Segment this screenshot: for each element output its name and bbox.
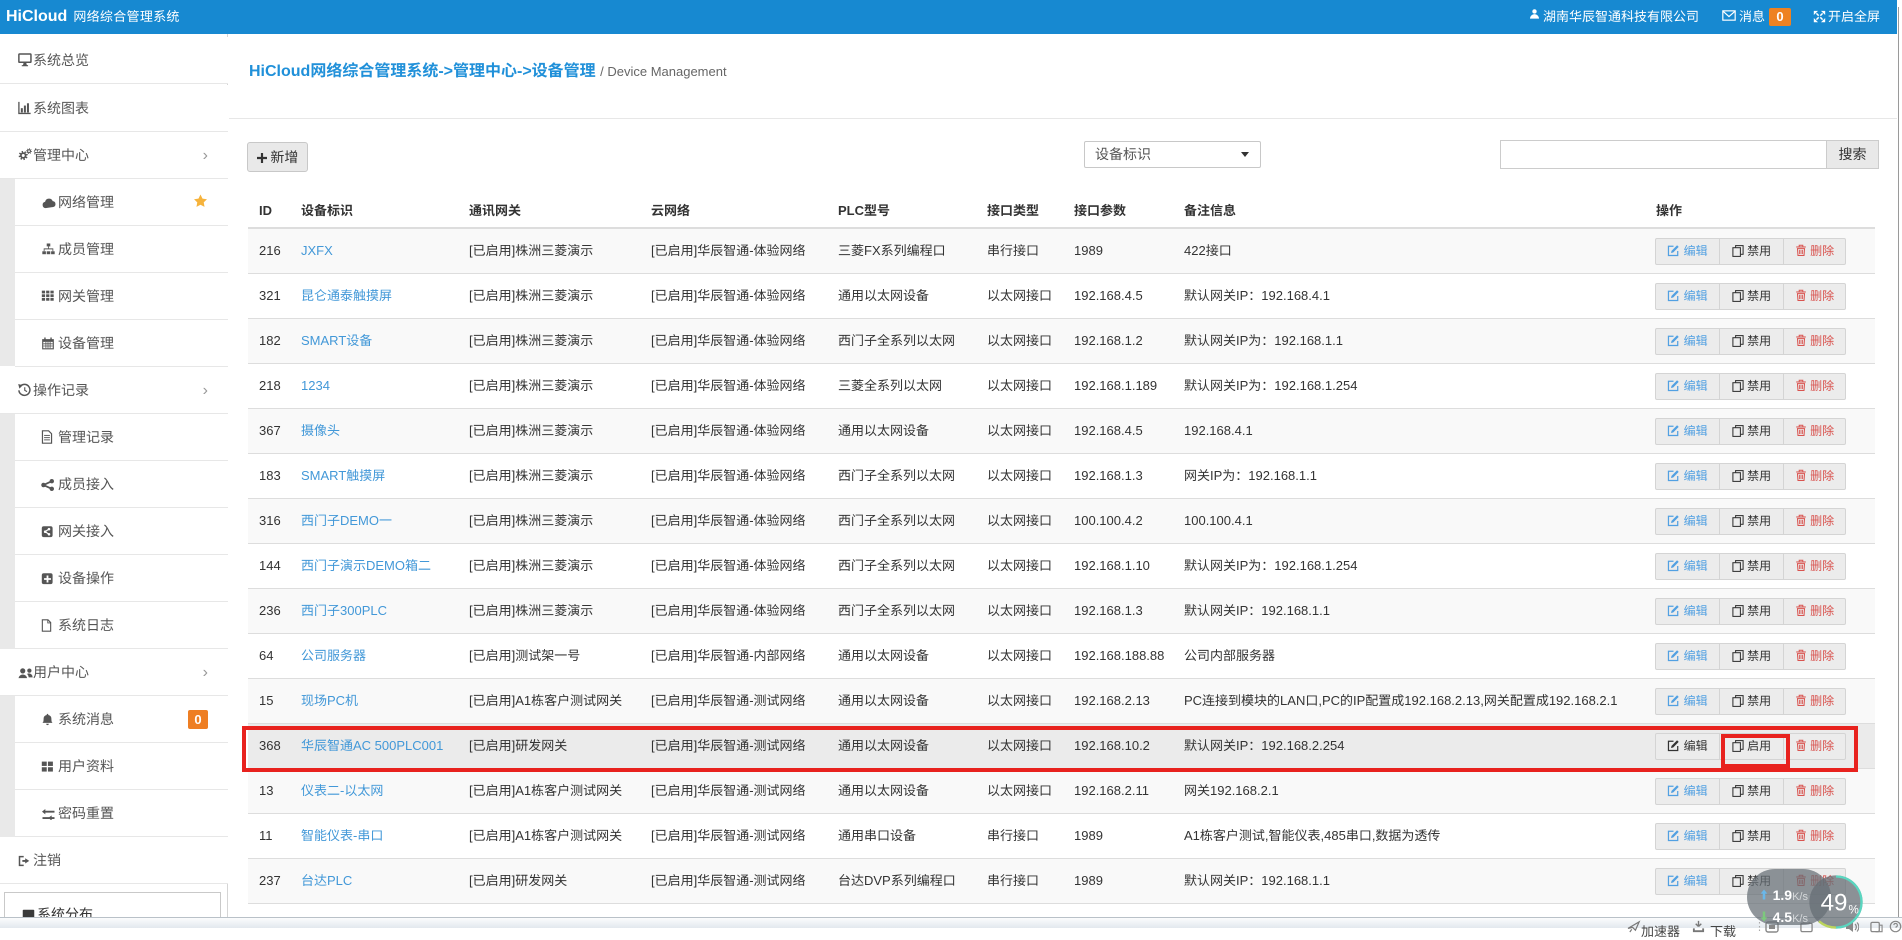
svg-text:%: % bbox=[1849, 905, 1859, 917]
svg-text:49: 49 bbox=[1821, 890, 1848, 917]
